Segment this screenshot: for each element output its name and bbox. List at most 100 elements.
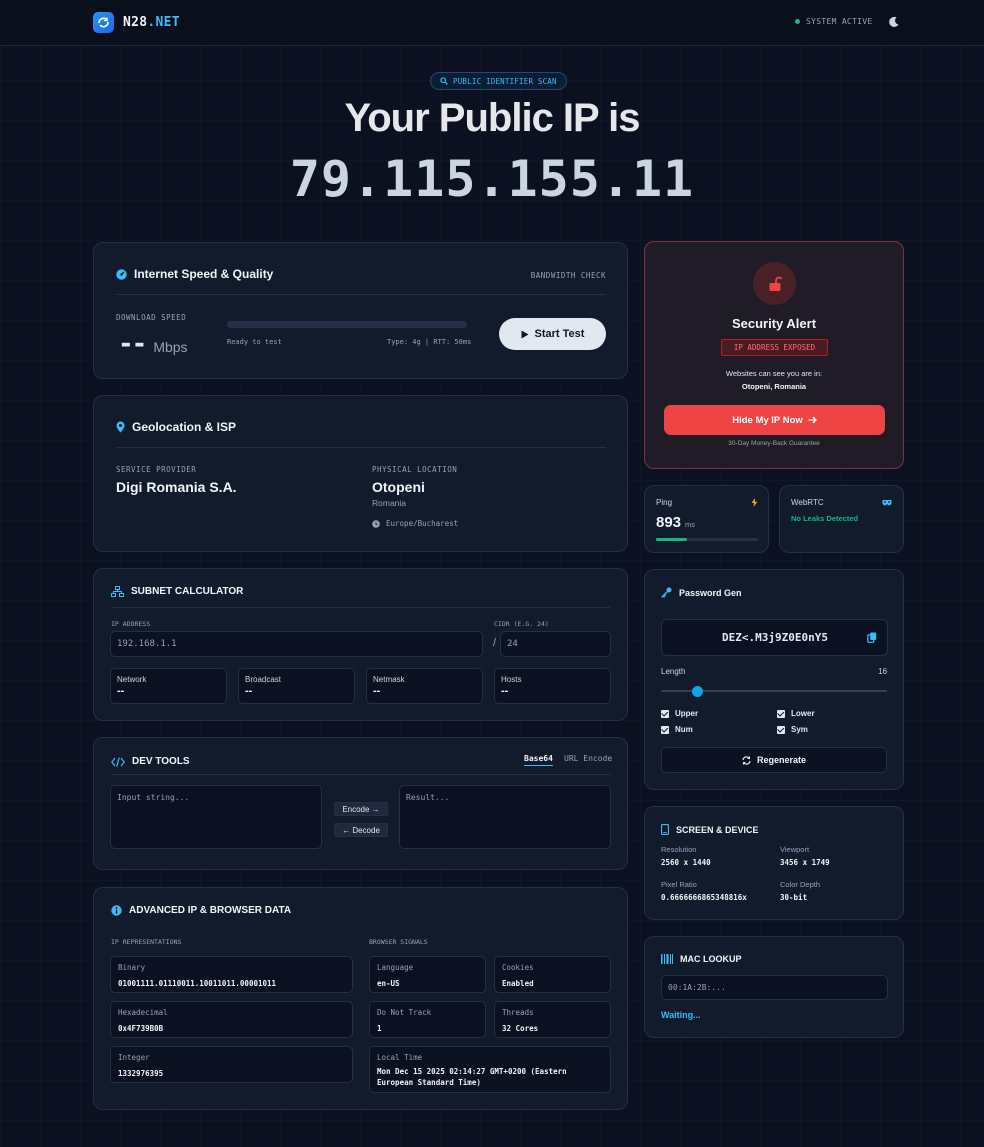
decode-button[interactable]: ← Decode — [334, 823, 388, 837]
geo-title: Geolocation & ISP — [116, 420, 236, 434]
network-icon — [111, 586, 124, 597]
advanced-title: ADVANCED IP & BROWSER DATA — [111, 905, 291, 916]
hosts-label: Hosts — [501, 675, 522, 684]
devtools-input[interactable]: Input string... — [110, 785, 322, 849]
cookies-label: Cookies — [502, 963, 534, 972]
screen-title-text: SCREEN & DEVICE — [676, 824, 759, 835]
screen-title: SCREEN & DEVICE — [661, 824, 759, 835]
bandwidth-tag: BANDWIDTH CHECK — [530, 271, 606, 280]
system-status: SYSTEM ACTIVE — [795, 17, 873, 26]
threads-label: Threads — [502, 1008, 534, 1017]
screen-card: SCREEN & DEVICE Resolution 2560 x 1440 V… — [644, 806, 904, 920]
logo-icon — [93, 12, 114, 33]
divider — [116, 447, 606, 448]
speed-unit: Mbps — [153, 339, 188, 355]
ping-bar — [656, 538, 758, 541]
cidr-label: CIDR (E.G. 24) — [494, 620, 549, 628]
subnet-ip-input[interactable]: 192.168.1.1 — [110, 631, 483, 657]
netmask-value: -- — [373, 685, 381, 697]
copy-icon[interactable] — [867, 632, 877, 643]
slider-thumb[interactable] — [691, 685, 703, 697]
webrtc-card: WebRTC No Leaks Detected — [779, 485, 904, 553]
checkbox-checked-icon[interactable] — [777, 725, 785, 734]
local-time-value: Mon Dec 15 2025 02:14:27 GMT+0200 (Easte… — [377, 1067, 567, 1087]
devtools-result[interactable]: Result... — [399, 785, 611, 849]
divider — [111, 607, 610, 608]
viewport-value: 3456 x 1749 — [780, 858, 830, 867]
brand[interactable]: N28.NET — [93, 12, 180, 33]
country-value: Romania — [372, 498, 407, 508]
cidr-input[interactable]: 24 — [500, 631, 611, 657]
info-icon — [111, 905, 122, 916]
option-lower-label: Lower — [791, 709, 815, 718]
tab-url-encode[interactable]: URL Encode — [564, 754, 612, 763]
speed-value: -- — [118, 329, 147, 359]
hex-box: Hexadecimal 0x4F739B0B — [110, 1001, 353, 1038]
devtools-title: DEV TOOLS — [111, 756, 190, 767]
regenerate-button[interactable]: Regenerate — [661, 747, 887, 773]
pixel-ratio-label: Pixel Ratio — [661, 880, 697, 889]
webrtc-status: No Leaks Detected — [791, 514, 859, 523]
language-label: Language — [377, 963, 414, 972]
length-slider[interactable] — [661, 685, 887, 697]
provider-value: Digi Romania S.A. — [116, 479, 237, 495]
hide-ip-button[interactable]: Hide My IP Now — [664, 405, 885, 435]
hex-value: 0x4F739B0B — [118, 1024, 164, 1033]
webrtc-label: WebRTC — [791, 498, 824, 507]
password-output[interactable]: DEZ<.M3j9Z0E0nY5 — [661, 619, 888, 656]
refresh-icon — [742, 755, 751, 765]
security-location: Otopeni, Romania — [741, 382, 807, 391]
network-label: Network — [117, 675, 147, 684]
moon-icon[interactable] — [888, 15, 902, 29]
mac-input[interactable]: 00:1A:2B:... — [661, 975, 888, 1000]
status-text: SYSTEM ACTIVE — [806, 17, 873, 26]
option-sym[interactable]: Sym — [777, 725, 808, 734]
password-title-text: Password Gen — [679, 587, 742, 598]
resolution-label: Resolution — [661, 845, 697, 854]
ping-card: Ping 893 ms — [644, 485, 769, 553]
map-pin-icon — [116, 421, 125, 433]
start-test-button[interactable]: Start Test — [499, 318, 606, 350]
gauge-icon — [116, 268, 127, 280]
speed-title: Internet Speed & Quality — [116, 267, 273, 281]
integer-label: Integer — [118, 1053, 150, 1062]
broadcast-label: Broadcast — [245, 675, 282, 684]
scan-pill: PUBLIC IDENTIFIER SCAN — [430, 72, 567, 90]
mac-title: MAC LOOKUP — [661, 954, 742, 964]
mac-placeholder: 00:1A:2B:... — [668, 983, 726, 992]
speed-title-text: Internet Speed & Quality — [134, 267, 274, 281]
checkbox-checked-icon[interactable] — [777, 709, 785, 718]
geo-title-text: Geolocation & ISP — [132, 420, 237, 434]
brand-name: N28.NET — [123, 15, 180, 30]
divider — [111, 774, 610, 775]
threads-value: 32 Cores — [502, 1024, 539, 1033]
advanced-title-text: ADVANCED IP & BROWSER DATA — [129, 905, 292, 916]
option-upper[interactable]: Upper — [661, 709, 698, 718]
integer-value: 1332976395 — [118, 1069, 164, 1078]
dnt-label: Do Not Track — [377, 1008, 432, 1017]
option-num[interactable]: Num — [661, 725, 693, 734]
viewport-label: Viewport — [780, 845, 810, 854]
binary-label: Binary — [118, 963, 146, 972]
integer-box: Integer 1332976395 — [110, 1046, 353, 1083]
subnet-title-text: SUBNET CALCULATOR — [131, 586, 244, 597]
clock-icon — [372, 519, 380, 528]
broadcast-result: Broadcast -- — [238, 668, 355, 704]
dnt-value: 1 — [377, 1024, 382, 1033]
tab-base64[interactable]: Base64 — [524, 754, 553, 766]
checkbox-checked-icon[interactable] — [661, 709, 669, 718]
ip-address-label: IP ADDRESS — [111, 620, 151, 628]
city-value: Otopeni — [372, 479, 425, 495]
download-label: DOWNLOAD SPEED — [116, 313, 187, 322]
timezone-value: Europe/Bucharest — [386, 519, 459, 528]
option-lower[interactable]: Lower — [777, 709, 815, 718]
hex-label: Hexadecimal — [118, 1008, 168, 1017]
checkbox-checked-icon[interactable] — [661, 725, 669, 734]
color-depth-value: 30-bit — [780, 893, 808, 902]
netmask-result: Netmask -- — [366, 668, 483, 704]
encode-button[interactable]: Encode → — [334, 802, 388, 816]
timezone: Europe/Bucharest — [372, 519, 458, 528]
public-ip: 79.115.155.11 — [289, 150, 695, 208]
page-title: Your Public IP is — [344, 96, 641, 140]
security-title: Security Alert — [731, 316, 817, 331]
